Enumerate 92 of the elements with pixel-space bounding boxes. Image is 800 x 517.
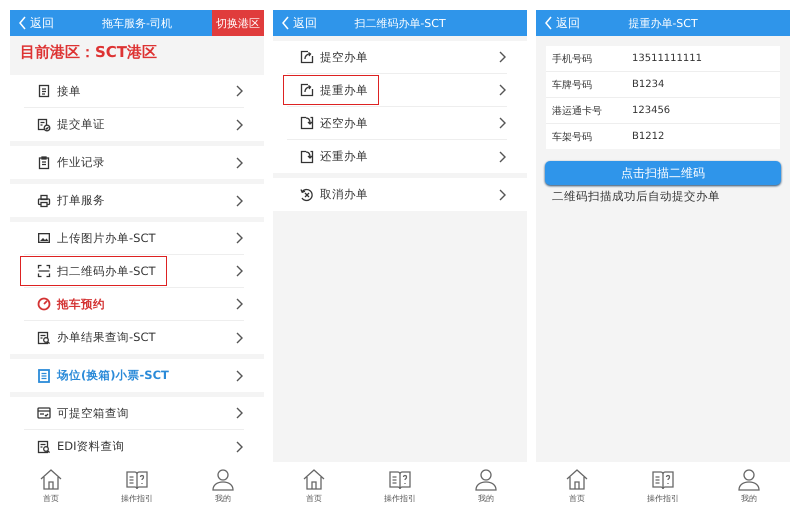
switch-port-button[interactable]: 切换港区 [212, 10, 264, 36]
form-check-icon [37, 406, 51, 420]
chevron-right-icon [235, 332, 244, 344]
tab-item[interactable]: 首页 [294, 468, 334, 504]
screen-title: 提重办单-SCT [628, 16, 698, 30]
home-icon [565, 468, 589, 492]
chevron-right-icon [235, 156, 244, 168]
hint-text: 二维码扫描成功后自动提交办单 [551, 188, 721, 205]
menu-item[interactable]: 提空办单 [287, 41, 507, 74]
field-label: 手机号码 [552, 52, 593, 66]
scan-icon [37, 264, 51, 278]
menu-label: 提空办单 [320, 50, 368, 64]
current-port-text: 目前港区：SCT港区 [19, 42, 158, 63]
menu-label: 上传图片办单-SCT [57, 230, 156, 246]
back-icon [18, 16, 27, 30]
user-icon [737, 468, 761, 492]
tab-item[interactable]: 首页 [557, 468, 597, 504]
menu-item[interactable]: 提重办单 [287, 74, 507, 107]
menu-label: 办单结果查询-SCT [57, 330, 156, 345]
receipt-icon [37, 368, 51, 382]
field-label: 港运通卡号 [552, 104, 603, 118]
chevron-right-icon [235, 440, 244, 452]
chevron-right-icon [235, 298, 244, 310]
back-icon [281, 16, 290, 30]
field-value: 13511111111 [632, 53, 702, 64]
chevron-right-icon [235, 370, 244, 382]
chevron-right-icon [235, 85, 244, 97]
menu-label: 提交单证 [57, 117, 105, 132]
field-value: 123456 [632, 105, 670, 116]
image-icon [37, 231, 51, 245]
import-icon [300, 116, 314, 130]
chevron-right-icon [235, 194, 244, 206]
user-icon [211, 468, 235, 492]
menu-label: 可提空箱查询 [57, 406, 129, 420]
tab-item[interactable]: 操作指引 [639, 468, 687, 504]
tab-item[interactable]: 我的 [466, 468, 506, 504]
menu-label: 还重办单 [320, 149, 368, 164]
field-label: 车架号码 [552, 130, 593, 144]
printer-icon [37, 194, 51, 208]
chevron-right-icon [498, 117, 507, 129]
menu-item[interactable]: 接单 [24, 75, 244, 108]
menu-item[interactable]: 办单结果查询-SCT [24, 321, 244, 354]
export-icon [300, 83, 314, 97]
menu-label: 场位(换箱)小票-SCT [57, 368, 169, 383]
document-icon [37, 84, 51, 98]
menu-item[interactable]: 拖车预约 [24, 288, 244, 321]
menu-item[interactable]: EDI资料查询 [24, 430, 244, 462]
menu-item[interactable]: 提交单证 [24, 108, 244, 141]
screen-title: 扫二维码办单-SCT [354, 16, 446, 30]
menu-label: 打单服务 [57, 193, 105, 208]
field-value: B1234 [632, 79, 664, 90]
tab-item[interactable]: 我的 [203, 468, 243, 504]
chevron-right-icon [235, 407, 244, 419]
chevron-right-icon [498, 51, 507, 63]
menu-label: 拖车预约 [57, 296, 105, 312]
chevron-right-icon [235, 118, 244, 130]
chevron-right-icon [235, 265, 244, 277]
menu-label: EDI资料查询 [57, 439, 125, 454]
import-icon [300, 150, 314, 164]
chevron-right-icon [498, 150, 507, 162]
menu-item[interactable]: 可提空箱查询 [24, 397, 244, 430]
export-icon [300, 50, 314, 64]
gauge-icon [37, 297, 51, 311]
user-icon [474, 468, 498, 492]
menu-label: 还空办单 [320, 116, 368, 130]
menu-label: 扫二维码办单-SCT [57, 264, 156, 278]
field-label: 车牌号码 [552, 78, 593, 92]
menu-label: 作业记录 [57, 155, 105, 170]
clipboard-icon [37, 156, 51, 170]
document-search-icon [37, 440, 51, 454]
menu-label: 提重办单 [320, 82, 368, 98]
menu-item[interactable]: 扫二维码办单-SCT [24, 255, 244, 288]
screen-title: 拖车服务-司机 [102, 16, 172, 30]
home-icon [302, 468, 326, 492]
menu-label: 取消办单 [320, 187, 368, 202]
document-check-icon [37, 118, 51, 132]
cancel-clock-icon [300, 188, 314, 202]
back-icon [544, 16, 553, 30]
chevron-right-icon [498, 188, 507, 200]
tab-item[interactable]: 操作指引 [376, 468, 424, 504]
field-value: B1212 [632, 131, 664, 142]
menu-item[interactable]: 上传图片办单-SCT [24, 222, 244, 255]
menu-item[interactable]: 还空办单 [287, 107, 507, 140]
tab-item[interactable]: 首页 [31, 468, 71, 504]
home-icon [39, 468, 63, 492]
document-search-icon [37, 330, 51, 344]
chevron-right-icon [498, 84, 507, 96]
menu-item[interactable]: 还重办单 [287, 140, 507, 173]
tab-item[interactable]: 我的 [729, 468, 769, 504]
tab-item[interactable]: 操作指引 [113, 468, 161, 504]
menu-label: 接单 [57, 84, 81, 98]
chevron-right-icon [235, 232, 244, 244]
